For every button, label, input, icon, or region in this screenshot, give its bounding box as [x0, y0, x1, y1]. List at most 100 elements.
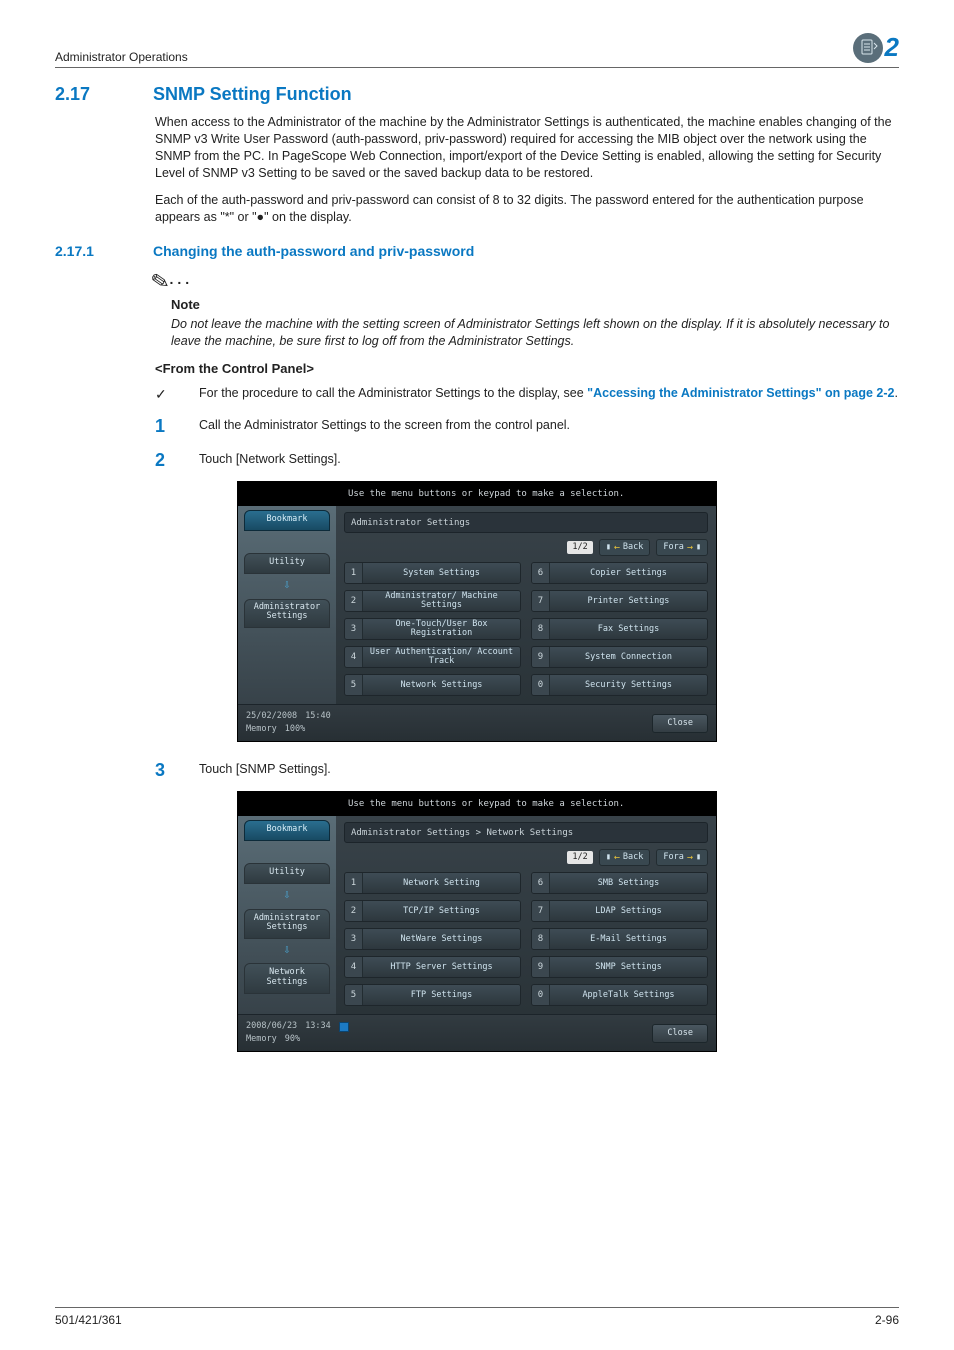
menu-button-number: 1 [345, 563, 363, 583]
section-p1: When access to the Administrator of the … [155, 114, 899, 182]
tab-admin-settings[interactable]: Administrator Settings [244, 909, 330, 940]
bullet-pre: For the procedure to call the Administra… [199, 386, 587, 400]
bullet-row: ✓ For the procedure to call the Administ… [155, 385, 899, 404]
menu-button-label: Administrator/ Machine Settings [363, 591, 520, 611]
menu-button-label: SMB Settings [550, 873, 707, 893]
menu-button[interactable]: 1Network Setting [344, 872, 521, 894]
menu-button-number: 8 [532, 929, 550, 949]
menu-button-number: 2 [345, 901, 363, 921]
panel-2-topmsg: Use the menu buttons or keypad to make a… [238, 792, 716, 816]
menu-button-number: 8 [532, 619, 550, 639]
menu-button-number: 2 [345, 591, 363, 611]
menu-button[interactable]: 1System Settings [344, 562, 521, 584]
menu-button[interactable]: 3One-Touch/User Box Registration [344, 618, 521, 640]
menu-button[interactable]: 7Printer Settings [531, 590, 708, 612]
pager-page: 1/2 [567, 541, 592, 554]
menu-button-label: Printer Settings [550, 591, 707, 611]
menu-button[interactable]: 9System Connection [531, 646, 708, 668]
panel-2-screen: Use the menu buttons or keypad to make a… [237, 791, 717, 1053]
panel-1-status: 25/02/2008 15:40 Memory 100% Close [238, 704, 716, 741]
menu-button-number: 9 [532, 647, 550, 667]
menu-button[interactable]: 5FTP Settings [344, 984, 521, 1006]
pager-fwd-label: Fora [663, 852, 683, 863]
tab-admin-settings[interactable]: Administrator Settings [244, 599, 330, 629]
menu-button-number: 3 [345, 929, 363, 949]
tab-network-settings[interactable]: Network Settings [244, 963, 330, 994]
step-1-text: Call the Administrator Settings to the s… [199, 414, 899, 434]
panel-1-menu: 1System Settings 6Copier Settings 2Adminis… [344, 562, 708, 696]
panel-1-topmsg: Use the menu buttons or keypad to make a… [238, 482, 716, 506]
menu-button-number: 5 [345, 675, 363, 695]
menu-button[interactable]: 8E-Mail Settings [531, 928, 708, 950]
menu-button[interactable]: 7LDAP Settings [531, 900, 708, 922]
menu-button-label: Copier Settings [550, 563, 707, 583]
tab-bookmark[interactable]: Bookmark [244, 510, 330, 531]
menu-button[interactable]: 9SNMP Settings [531, 956, 708, 978]
bar-icon: ▮ [606, 542, 611, 553]
note-block: ✎... Note Do not leave the machine with … [151, 267, 899, 350]
menu-button[interactable]: 2TCP/IP Settings [344, 900, 521, 922]
menu-button-label: AppleTalk Settings [550, 985, 707, 1005]
panel-1-pager: 1/2 ▮←Back Fora→▮ [344, 539, 708, 557]
pager-fwd-button[interactable]: Fora →▮ [656, 849, 708, 867]
menu-button[interactable]: 4User Authentication/ Account Track [344, 646, 521, 668]
panel-1-sidebar: Bookmark Utility ⇩ Administrator Setting… [238, 506, 336, 705]
menu-button[interactable]: 3NetWare Settings [344, 928, 521, 950]
tab-admin-label: Administrator Settings [254, 602, 321, 621]
panel-1-close-button[interactable]: Close [652, 714, 708, 733]
panel-2-status: 2008/06/23 13:34 Memory 90% Close [238, 1014, 716, 1051]
arrow-right-icon: → [687, 851, 693, 865]
panel-1-screen: Use the menu buttons or keypad to make a… [237, 481, 717, 743]
chapter-badge: 2 [853, 30, 899, 65]
menu-button-number: 5 [345, 985, 363, 1005]
panel-1-time: 15:40 [305, 711, 331, 722]
menu-button-number: 4 [345, 957, 363, 977]
arrow-right-icon: → [687, 541, 693, 555]
menu-button-label: User Authentication/ Account Track [363, 647, 520, 667]
panel-2-time: 13:34 [305, 1021, 331, 1032]
chevron-down-icon: ⇩ [238, 576, 336, 592]
pager-fwd-button[interactable]: Fora→▮ [656, 539, 708, 557]
page: Administrator Operations 2 2.17 SNMP Set… [0, 0, 954, 1350]
menu-button-label: NetWare Settings [363, 929, 520, 949]
menu-button[interactable]: 0Security Settings [531, 674, 708, 696]
panel-1-date: 25/02/2008 [246, 711, 297, 722]
menu-button-number: 4 [345, 647, 363, 667]
footer-left: 501/421/361 [55, 1312, 122, 1328]
menu-button[interactable]: 6Copier Settings [531, 562, 708, 584]
subsection-title: Changing the auth-password and priv-pass… [153, 242, 474, 261]
menu-button[interactable]: 8Fax Settings [531, 618, 708, 640]
tab-bookmark[interactable]: Bookmark [244, 820, 330, 841]
menu-button[interactable]: 5Network Settings [344, 674, 521, 696]
menu-button-label: SNMP Settings [550, 957, 707, 977]
menu-button[interactable]: 4HTTP Server Settings [344, 956, 521, 978]
section-title: SNMP Setting Function [153, 82, 352, 106]
panel-2-close-button[interactable]: Close [652, 1024, 708, 1043]
menu-button-label: One-Touch/User Box Registration [363, 619, 520, 639]
chevron-down-icon: ⇩ [238, 886, 336, 902]
menu-button[interactable]: 0AppleTalk Settings [531, 984, 708, 1006]
bullet-link[interactable]: "Accessing the Administrator Settings" o… [587, 386, 894, 400]
tab-utility[interactable]: Utility [244, 863, 330, 884]
pager-back-button[interactable]: ▮←Back [599, 849, 651, 867]
bar-icon: ▮ [606, 852, 611, 863]
pager-back-label: Back [623, 542, 643, 553]
menu-button[interactable]: 6SMB Settings [531, 872, 708, 894]
panel-2-date: 2008/06/23 [246, 1021, 297, 1032]
tab-utility[interactable]: Utility [244, 553, 330, 574]
menu-button[interactable]: 2Administrator/ Machine Settings [344, 590, 521, 612]
bar-icon: ▮ [696, 852, 701, 863]
menu-button-number: 6 [532, 563, 550, 583]
menu-button-label: System Settings [363, 563, 520, 583]
from-panel-heading: <From the Control Panel> [155, 360, 899, 378]
menu-button-label: TCP/IP Settings [363, 901, 520, 921]
step-3: 3 Touch [SNMP Settings]. [155, 758, 899, 782]
pager-back-button[interactable]: ▮←Back [599, 539, 651, 557]
step-2: 2 Touch [Network Settings]. [155, 448, 899, 472]
subsection-heading: 2.17.1 Changing the auth-password and pr… [55, 242, 899, 261]
memory-label: Memory [246, 724, 277, 735]
panel-1-memory: 100% [285, 724, 305, 735]
menu-button-number: 0 [532, 675, 550, 695]
panel-2-main: Administrator Settings > Network Setting… [336, 816, 716, 1015]
arrow-left-icon: ← [614, 851, 620, 865]
